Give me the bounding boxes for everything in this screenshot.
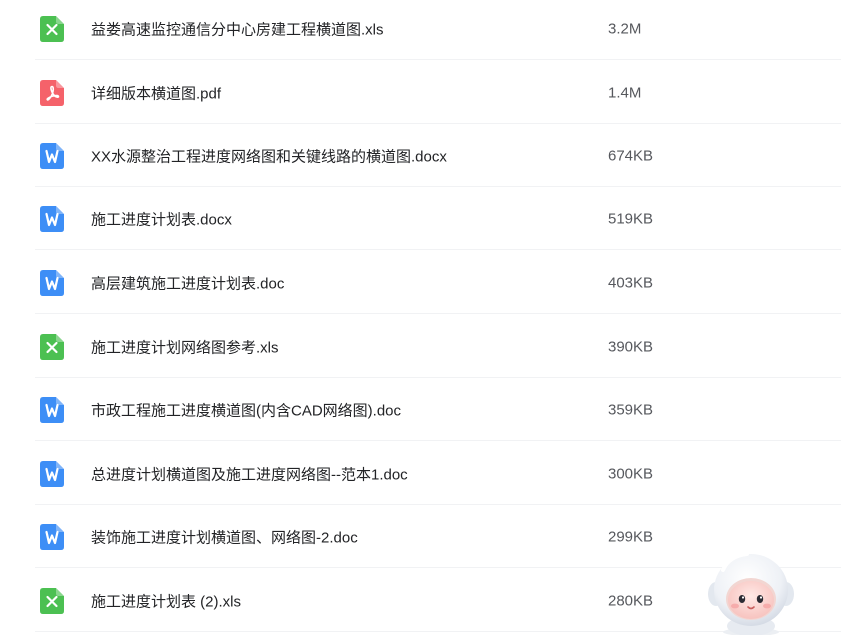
excel-file-icon [40,587,64,614]
file-name[interactable]: 装饰施工进度计划横道图、网络图-2.doc [91,526,358,547]
file-row[interactable]: 施工进度计划表.docx 519KB [0,187,841,250]
file-name[interactable]: 益娄高速监控通信分中心房建工程横道图.xls [91,18,384,39]
assistant-mascot-icon[interactable] [703,548,799,636]
excel-file-icon [40,333,64,360]
file-name[interactable]: 市政工程施工进度横道图(内含CAD网络图).doc [91,399,401,420]
file-name[interactable]: 高层建筑施工进度计划表.doc [91,272,284,293]
file-row[interactable]: 施工进度计划网络图参考.xls 390KB [0,315,841,378]
file-size: 403KB [608,274,654,291]
pdf-file-icon [40,79,64,106]
file-name[interactable]: 详细版本横道图.pdf [91,82,221,103]
file-size: 300KB [608,465,654,482]
file-row[interactable]: XX水源整治工程进度网络图和关键线路的横道图.docx 674KB [0,124,841,187]
file-row[interactable]: 市政工程施工进度横道图(内含CAD网络图).doc 359KB [0,378,841,441]
file-size: 280KB [608,592,654,609]
file-name[interactable]: 施工进度计划网络图参考.xls [91,336,279,357]
file-name[interactable]: 总进度计划横道图及施工进度网络图--范本1.doc [91,463,408,484]
file-size: 674KB [608,147,654,164]
row-divider [35,59,841,60]
file-size: 1.4M [608,84,642,101]
file-name[interactable]: 施工进度计划表.docx [91,208,232,229]
file-name[interactable]: XX水源整治工程进度网络图和关键线路的横道图.docx [91,145,447,166]
file-row[interactable]: 详细版本横道图.pdf 1.4M [0,61,841,124]
word-file-icon [40,269,64,296]
file-row[interactable]: 总进度计划横道图及施工进度网络图--范本1.doc 300KB [0,442,841,505]
file-size: 390KB [608,338,654,355]
file-name[interactable]: 施工进度计划表 (2).xls [91,590,241,611]
file-list: 益娄高速监控通信分中心房建工程横道图.xls 3.2M 详细版本横道图.pdf … [0,0,841,635]
word-file-icon [40,460,64,487]
file-size: 299KB [608,528,654,545]
file-size: 3.2M [608,20,642,37]
row-divider [35,313,841,314]
row-divider [35,440,841,441]
row-divider [35,249,841,250]
word-file-icon [40,205,64,232]
file-size: 359KB [608,401,654,418]
file-row[interactable]: 高层建筑施工进度计划表.doc 403KB [0,251,841,314]
word-file-icon [40,396,64,423]
file-size: 519KB [608,210,654,227]
excel-file-icon [40,15,64,42]
word-file-icon [40,142,64,169]
file-row[interactable]: 益娄高速监控通信分中心房建工程横道图.xls 3.2M [0,0,841,60]
word-file-icon [40,523,64,550]
